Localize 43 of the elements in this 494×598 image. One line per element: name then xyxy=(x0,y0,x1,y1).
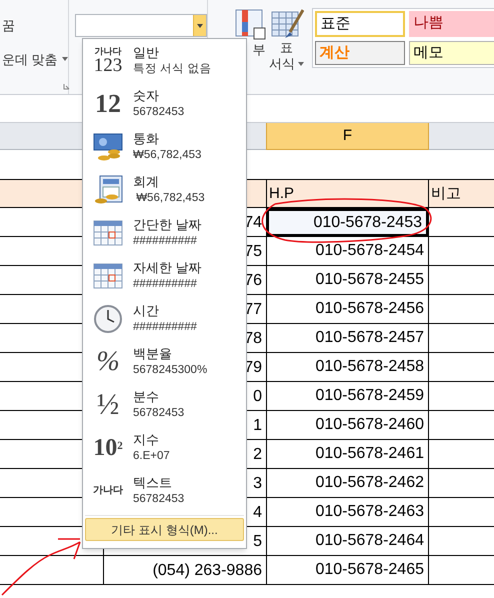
table-brush-icon[interactable] xyxy=(270,8,304,40)
dialog-launcher-icon[interactable] xyxy=(63,83,70,90)
table-cell[interactable]: 010-5678-2461 xyxy=(266,440,429,469)
number-format-icon: 12 xyxy=(95,90,121,116)
conditional-format-button[interactable]: 부 xyxy=(252,40,266,60)
table-cell: (054) 263-9886 xyxy=(103,556,266,585)
table-cell[interactable]: 010-5678-2458 xyxy=(266,353,429,382)
table-cell: H.P xyxy=(266,180,429,208)
cell-style-item[interactable]: 나쁨 xyxy=(408,11,494,37)
merge-center-button[interactable]: 운데 맞춤 xyxy=(2,50,58,69)
caret-icon[interactable] xyxy=(62,57,68,62)
more-number-formats-button[interactable]: 기타 표시 형식(M)... xyxy=(85,518,244,541)
format-menu-item[interactable]: 통화 ₩56,782,453 xyxy=(83,125,246,168)
table-cell[interactable]: 010-5678-2457 xyxy=(266,324,429,353)
caret-icon[interactable] xyxy=(298,62,304,66)
cell-style-item[interactable]: 메모 xyxy=(408,41,494,65)
table-cell[interactable]: 010-5678-2462 xyxy=(266,469,429,498)
calendar-icon xyxy=(93,262,123,288)
table-cell: 비고 xyxy=(429,180,494,208)
conditional-format-icon[interactable] xyxy=(234,8,266,40)
column-header[interactable]: F xyxy=(266,123,429,150)
table-cell[interactable]: 010-5678-2464 xyxy=(266,527,429,556)
table-cell[interactable]: 010-5678-2463 xyxy=(266,498,429,527)
table-cell[interactable]: 010-5678-2459 xyxy=(266,382,429,411)
column-header xyxy=(429,123,494,150)
table-cell[interactable]: 010-5678-2453 xyxy=(266,208,429,237)
wrap-text-button[interactable]: 꿈 xyxy=(2,16,68,36)
table-cell[interactable]: 010-5678-2460 xyxy=(266,411,429,440)
table-cell[interactable]: 010-5678-2454 xyxy=(266,237,429,266)
table-cell[interactable]: 010-5678-2465 xyxy=(266,556,429,585)
caret-icon xyxy=(196,24,203,28)
dropdown-button[interactable] xyxy=(192,15,206,36)
banknote-coins-icon xyxy=(92,132,124,162)
calculator-coins-icon xyxy=(92,174,124,204)
format-menu-item[interactable]: 회계 ₩56,782,453 xyxy=(83,168,246,211)
table-cell[interactable]: 010-5678-2455 xyxy=(266,266,429,295)
clock-icon xyxy=(93,304,123,334)
general-format-icon: 가나다 123 xyxy=(94,46,122,74)
cell-style-item[interactable]: 표준 xyxy=(314,11,405,37)
calendar-icon xyxy=(93,220,123,246)
format-as-table-label[interactable]: 서식 xyxy=(269,56,296,72)
table-cell[interactable]: 010-5678-2456 xyxy=(266,295,429,324)
format-as-table-label[interactable]: 표 xyxy=(280,40,294,56)
